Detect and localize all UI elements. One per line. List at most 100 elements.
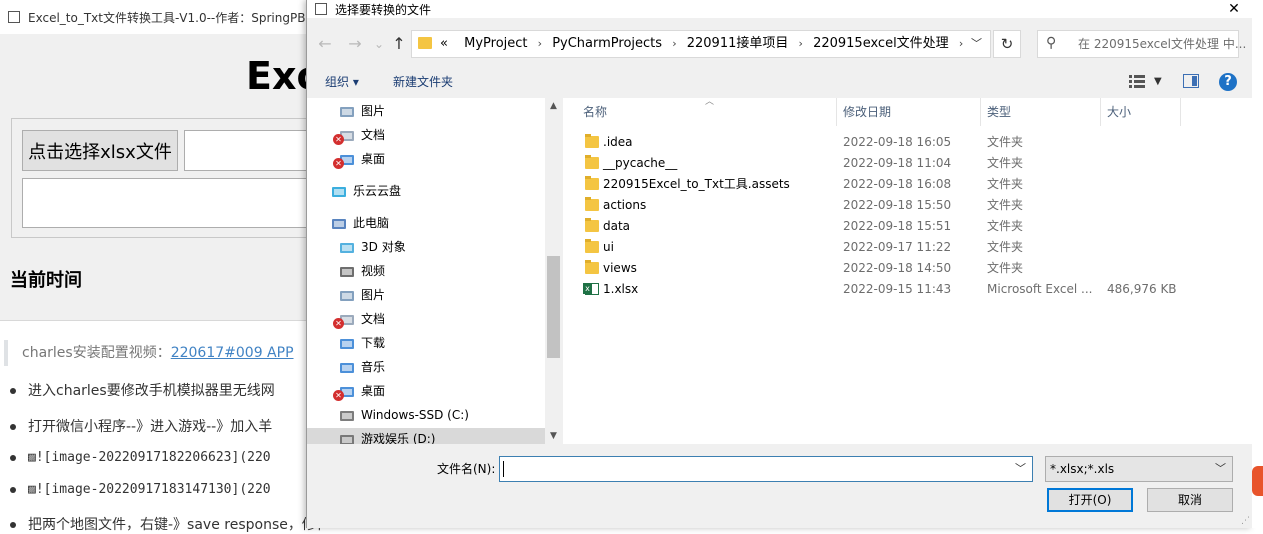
nav-item-label: 3D 对象 xyxy=(361,240,406,254)
file-row[interactable]: views 2022-09-18 14:50 文件夹 xyxy=(563,258,1252,279)
quote-link[interactable]: 220617#009 APP xyxy=(171,345,294,361)
breadcrumb-overflow[interactable]: « xyxy=(440,36,448,51)
nav-item[interactable]: 3D 对象 xyxy=(339,236,517,258)
file-date: 2022-09-18 16:05 xyxy=(843,135,952,149)
file-row[interactable]: 1.xlsx 2022-09-15 11:43 Microsoft Excel ..… xyxy=(563,279,1252,300)
forward-arrow-icon[interactable]: → xyxy=(345,28,365,60)
doc-bullet: 把两个地图文件，右键-》save response，修程程序 xyxy=(10,514,320,534)
file-row[interactable]: .idea 2022-09-18 16:05 文件夹 xyxy=(563,132,1252,153)
chevron-down-icon[interactable]: ﹀ xyxy=(1015,457,1026,481)
up-arrow-icon[interactable]: ↑ xyxy=(389,28,409,60)
chevron-down-icon[interactable]: ▼ xyxy=(1154,68,1162,96)
file-date: 2022-09-15 11:43 xyxy=(843,282,952,296)
folder-icon xyxy=(585,218,599,232)
file-type: 文件夹 xyxy=(987,261,1024,275)
scrollbar-thumb[interactable] xyxy=(547,256,560,358)
nav-item-label: 音乐 xyxy=(361,360,386,374)
videos-icon xyxy=(339,264,355,278)
breadcrumb-item[interactable]: PyCharmProjects xyxy=(552,36,662,51)
nav-item[interactable]: 图片 xyxy=(339,100,517,122)
desktop-edge xyxy=(1252,0,1263,528)
doc-bullet: 进入charles要修改手机模拟器里无线网 xyxy=(10,380,320,400)
output-text-area[interactable] xyxy=(22,178,324,228)
text-caret xyxy=(503,461,504,477)
preview-pane-icon[interactable] xyxy=(1183,74,1199,88)
column-header-date[interactable]: 修改日期 xyxy=(837,98,981,126)
app-logo-icon xyxy=(1252,466,1263,496)
nav-item[interactable]: 音乐 xyxy=(339,356,517,378)
refresh-icon[interactable]: ↻ xyxy=(993,30,1021,58)
nav-item-label: 图片 xyxy=(361,104,386,118)
nav-item[interactable]: 游戏娱乐 (D:) xyxy=(307,428,560,444)
help-icon[interactable]: ? xyxy=(1219,73,1237,91)
nav-item-label: 乐云云盘 xyxy=(353,184,402,198)
nav-item[interactable]: 此电脑 xyxy=(331,212,517,234)
file-type: 文件夹 xyxy=(987,198,1024,212)
search-input[interactable]: ⚲ 在 220915excel文件处理 中... xyxy=(1037,30,1246,58)
file-date: 2022-09-18 14:50 xyxy=(843,261,952,275)
file-type: 文件夹 xyxy=(987,135,1024,149)
file-row[interactable]: 220915Excel_to_Txt工具.assets 2022-09-18 16… xyxy=(563,174,1252,195)
close-icon[interactable]: ✕ xyxy=(1222,0,1246,18)
column-header-size[interactable]: 大小 xyxy=(1101,98,1181,126)
drive-icon xyxy=(339,408,355,422)
file-row[interactable]: __pycache__ 2022-09-18 11:04 文件夹 xyxy=(563,153,1252,174)
chevron-right-icon[interactable]: › xyxy=(538,37,542,50)
markdown-document: charles安装配置视频：220617#009 APP 进入charles要修… xyxy=(0,322,320,533)
file-name: .idea xyxy=(603,135,633,149)
scroll-down-icon[interactable]: ▼ xyxy=(545,428,562,444)
file-date: 2022-09-18 15:51 xyxy=(843,219,952,233)
nav-item[interactable]: 乐云云盘 xyxy=(331,180,517,202)
chevron-down-icon[interactable]: ﹀ xyxy=(971,31,982,57)
xlsx-path-input[interactable] xyxy=(184,130,324,171)
navigation-pane: 图片 ✕ 文档 ✕ 桌面 乐云云盘 此电脑 3D 对象 视频 图片 ✕ 文档 下载 音乐 ✕ 桌面 Window… xyxy=(307,98,560,444)
chevron-right-icon[interactable]: › xyxy=(959,37,963,50)
file-date: 2022-09-18 11:04 xyxy=(843,156,952,170)
file-row[interactable]: data 2022-09-18 15:51 文件夹 xyxy=(563,216,1252,237)
folder-icon xyxy=(585,239,599,253)
nav-item[interactable]: ✕ 桌面 xyxy=(333,148,517,170)
breadcrumb-item[interactable]: MyProject xyxy=(464,36,527,51)
nav-item[interactable]: ✕ 文档 xyxy=(333,308,517,330)
chevron-right-icon[interactable]: › xyxy=(672,37,676,50)
resize-grip-icon[interactable]: ⋰ xyxy=(1241,516,1250,526)
breadcrumb-item[interactable]: 220915excel文件处理 xyxy=(813,36,949,51)
scroll-up-icon[interactable]: ▲ xyxy=(545,98,562,114)
nav-item[interactable]: 下载 xyxy=(339,332,517,354)
view-options-icon[interactable] xyxy=(1129,74,1145,88)
chevron-right-icon[interactable]: › xyxy=(799,37,803,50)
address-bar[interactable]: « MyProject › PyCharmProjects › 220911接单… xyxy=(411,30,991,58)
select-xlsx-button[interactable]: 点击选择xlsx文件 xyxy=(22,130,178,171)
nav-item[interactable]: 视频 xyxy=(339,260,517,282)
nav-item[interactable]: ✕ 文档 xyxy=(333,124,517,146)
new-folder-button[interactable]: 新建文件夹 xyxy=(393,68,453,96)
organize-button[interactable]: 组织 ▾ xyxy=(325,68,359,96)
navigation-scrollbar[interactable]: ▲ ▼ xyxy=(545,98,562,444)
broken-image-icon: ▨ xyxy=(28,450,36,465)
back-arrow-icon[interactable]: ← xyxy=(315,28,335,60)
breadcrumb-item[interactable]: 220911接单项目 xyxy=(687,36,789,51)
file-type: 文件夹 xyxy=(987,156,1024,170)
filename-input[interactable]: ﹀ xyxy=(499,456,1033,482)
download-icon xyxy=(339,336,355,350)
file-row[interactable]: actions 2022-09-18 15:50 文件夹 xyxy=(563,195,1252,216)
chevron-down-icon[interactable]: ﹀ xyxy=(1215,457,1226,481)
open-button[interactable]: 打开(O) xyxy=(1047,488,1133,512)
navigation-bar: ← → ⌄ ↑ « MyProject › PyCharmProjects › … xyxy=(307,28,1252,60)
cancel-button[interactable]: 取消 xyxy=(1147,488,1233,512)
recent-locations-icon[interactable]: ⌄ xyxy=(369,28,389,60)
error-badge-icon: ✕ xyxy=(333,134,344,145)
nav-item-label: 图片 xyxy=(361,288,386,302)
file-row[interactable]: ui 2022-09-17 11:22 文件夹 xyxy=(563,237,1252,258)
nav-item[interactable]: 图片 xyxy=(339,284,517,306)
nav-item[interactable]: ✕ 桌面 xyxy=(333,380,517,402)
nav-item-label: 桌面 xyxy=(361,384,386,398)
folder-icon xyxy=(585,155,599,169)
dialog-titlebar: 选择要转换的文件 ✕ xyxy=(307,0,1252,18)
column-header-type[interactable]: 类型 xyxy=(981,98,1101,126)
column-header-name[interactable]: 名称 xyxy=(577,98,837,126)
file-type: 文件夹 xyxy=(987,177,1024,191)
file-type-filter[interactable]: *.xlsx;*.xls ﹀ xyxy=(1045,456,1233,482)
nav-item[interactable]: Windows-SSD (C:) xyxy=(339,404,517,426)
error-badge-icon: ✕ xyxy=(333,318,344,329)
